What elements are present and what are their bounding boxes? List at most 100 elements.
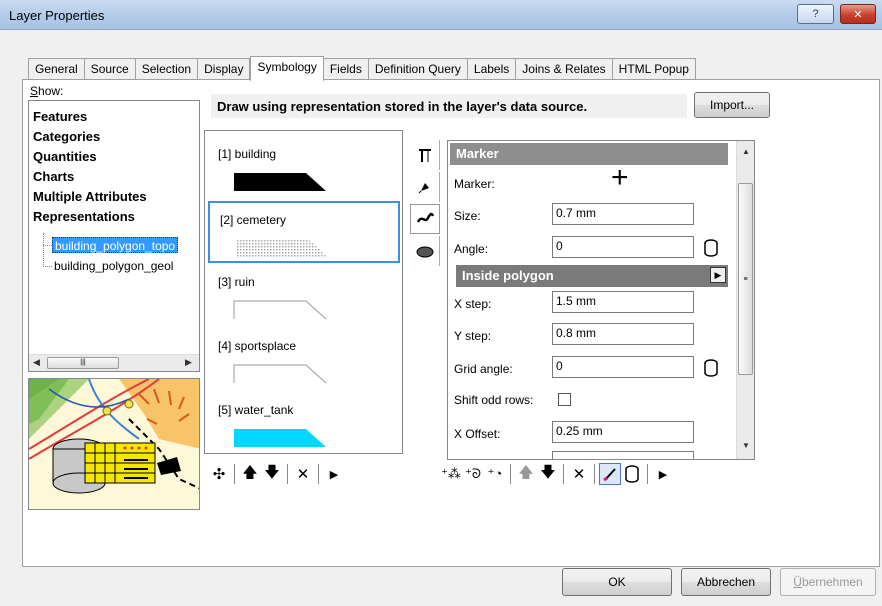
tab-source[interactable]: Source (84, 58, 136, 80)
tree-connector (43, 233, 44, 267)
y-step-label: Y step: (454, 329, 492, 343)
rule-label: [2] cemetery (220, 213, 287, 227)
scrollbar-thumb[interactable]: ||| (47, 357, 119, 369)
rule-cemetery[interactable]: [2] cemetery (208, 201, 400, 263)
move-layer-up-icon[interactable]: 🡅 (515, 463, 537, 485)
y-step-field[interactable]: 0.8 mm (552, 323, 694, 345)
tree-connector (43, 245, 52, 246)
marker-label: Marker: (454, 177, 495, 191)
expand-arrow-icon[interactable]: ▶ (710, 267, 726, 283)
toolbar-separator (318, 464, 319, 484)
tab-joins-relates[interactable]: Joins & Relates (516, 58, 613, 80)
add-fill-layer-icon[interactable]: ⁺◔ (484, 463, 506, 485)
toolbar-separator (287, 464, 288, 484)
show-item-representations[interactable]: Representations (33, 209, 135, 224)
brush-icon[interactable] (599, 463, 621, 485)
toolbar-separator (647, 464, 648, 484)
toolbar-separator (234, 464, 235, 484)
tab-html-popup[interactable]: HTML Popup (612, 58, 696, 80)
cancel-button[interactable]: Abbrechen (681, 568, 771, 596)
window-title: Layer Properties (9, 8, 105, 23)
rule-label: [3] ruin (218, 275, 255, 289)
move-up-icon[interactable]: 🡅 (239, 463, 261, 485)
stroke-layer-icon[interactable] (410, 204, 440, 234)
move-layer-down-icon[interactable]: 🡇 (537, 463, 559, 485)
tab-symbology[interactable]: Symbology (250, 56, 324, 81)
scroll-up-icon[interactable]: ▲ (742, 147, 750, 156)
more-layer-options-icon[interactable]: ▶ (652, 463, 674, 485)
add-marker-layer-icon[interactable]: ⁺⁂ (440, 463, 462, 485)
tree-item-building-polygon-geol[interactable]: building_polygon_geol (52, 258, 175, 274)
rule-swatch (234, 429, 326, 447)
global-effects-icon[interactable] (410, 140, 440, 170)
rule-label: [5] water_tank (218, 403, 294, 417)
add-stroke-layer-icon[interactable]: ⁺ᘐ (462, 463, 484, 485)
shift-odd-rows-checkbox[interactable] (558, 393, 571, 406)
tab-labels[interactable]: Labels (467, 58, 517, 80)
database-icon[interactable] (621, 463, 643, 485)
tab-fields[interactable]: Fields (323, 58, 369, 80)
x-step-label: X step: (454, 297, 492, 311)
ok-button[interactable]: OK (562, 568, 672, 596)
tab-definition-query[interactable]: Definition Query (368, 58, 468, 80)
grid-angle-label: Grid angle: (454, 362, 513, 376)
shift-odd-rows-label: Shift odd rows: (454, 393, 534, 407)
tree-connector (43, 266, 52, 267)
tab-general[interactable]: General (28, 58, 85, 80)
more-options-icon[interactable]: ▶ (323, 463, 345, 485)
rule-sportsplace[interactable]: [4] sportsplace (208, 329, 400, 391)
scrollbar-thumb[interactable]: ≡ (738, 183, 753, 375)
rules-toolbar: ✣ 🡅 🡇 ✕ ▶ (208, 462, 345, 486)
close-button[interactable]: ✕ (840, 4, 876, 24)
graphic-attribute-icon[interactable] (704, 359, 718, 377)
show-item-multiple-attributes[interactable]: Multiple Attributes (33, 189, 147, 204)
show-item-charts[interactable]: Charts (33, 169, 74, 184)
scroll-down-icon[interactable]: ▼ (742, 441, 750, 450)
rule-swatch (236, 239, 328, 257)
show-item-categories[interactable]: Categories (33, 129, 100, 144)
next-property-field[interactable] (552, 451, 694, 459)
properties-panel: Marker Marker: + Size: 0.7 mm Angle: 0 I… (447, 140, 755, 460)
scroll-left-icon[interactable]: ◀ (33, 357, 40, 368)
scroll-right-icon[interactable]: ▶ (185, 357, 192, 368)
toolbar-separator (510, 464, 511, 484)
x-step-field[interactable]: 1.5 mm (552, 291, 694, 313)
add-rule-icon[interactable]: ✣ (208, 463, 230, 485)
rule-ruin[interactable]: [3] ruin (208, 265, 400, 327)
marker-symbol-button[interactable]: + (611, 163, 629, 193)
import-button[interactable]: Import... (694, 92, 770, 118)
show-item-features[interactable]: Features (33, 109, 87, 124)
grid-angle-field[interactable]: 0 (552, 356, 694, 378)
map-preview (28, 378, 200, 510)
help-button[interactable]: ? (797, 4, 834, 24)
marker-section-header: Marker (450, 143, 728, 165)
x-offset-field[interactable]: 0.25 mm (552, 421, 694, 443)
title-bar: Layer Properties ? ✕ (0, 0, 882, 30)
rule-swatch (234, 173, 326, 191)
show-list[interactable]: Features Categories Quantities Charts Mu… (28, 100, 200, 372)
angle-field[interactable]: 0 (552, 236, 694, 258)
properties-scrollbar[interactable]: ▲ ≡ ▼ (736, 141, 754, 459)
fill-layer-icon[interactable] (410, 236, 440, 266)
move-down-icon[interactable]: 🡇 (261, 463, 283, 485)
rule-swatch (233, 364, 327, 384)
apply-button: Übernehmen (780, 568, 876, 596)
marker-layer-icon[interactable] (410, 172, 440, 202)
representation-rules-list[interactable]: [1] building [2] cemetery [3] ruin [4] s… (204, 130, 403, 454)
rule-water-tank[interactable]: [5] water_tank (208, 393, 400, 453)
tab-display[interactable]: Display (198, 58, 251, 80)
x-offset-label: X Offset: (454, 427, 501, 441)
rule-label: [1] building (218, 147, 277, 161)
show-list-scrollbar[interactable]: ◀ ||| ▶ (29, 354, 199, 371)
delete-rule-icon[interactable]: ✕ (292, 463, 314, 485)
tab-selection[interactable]: Selection (135, 58, 199, 80)
show-item-quantities[interactable]: Quantities (33, 149, 97, 164)
inside-polygon-section-header: Inside polygon ▶ (456, 265, 728, 287)
graphic-attribute-icon[interactable] (704, 239, 718, 257)
delete-layer-icon[interactable]: ✕ (568, 463, 590, 485)
rule-building[interactable]: [1] building (208, 137, 400, 199)
size-label: Size: (454, 209, 481, 223)
tree-item-building-polygon-topo[interactable]: building_polygon_topo (52, 237, 179, 253)
layers-toolbar: ⁺⁂ ⁺ᘐ ⁺◔ 🡅 🡇 ✕ ▶ (440, 462, 674, 486)
size-field[interactable]: 0.7 mm (552, 203, 694, 225)
